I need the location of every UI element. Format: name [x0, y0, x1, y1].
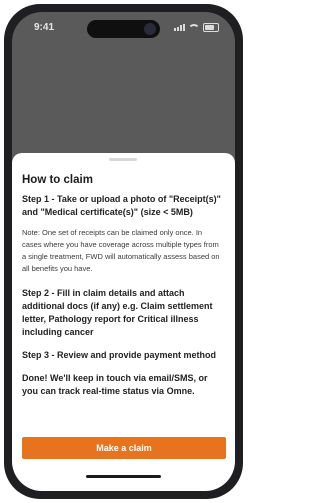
note-text: Note: One set of receipts can be claimed…: [22, 228, 220, 273]
phone-frame: 9:41 How to claim Step 1 - Take or uploa…: [4, 4, 243, 499]
make-a-claim-button[interactable]: Make a claim: [22, 437, 226, 459]
sheet-grabber-handle[interactable]: [109, 158, 137, 161]
sheet-title: How to claim: [22, 174, 93, 186]
dynamic-island: [87, 20, 160, 38]
sheet-content: How to claim Step 1 - Take or upload a p…: [22, 174, 222, 398]
status-time: 9:41: [34, 22, 55, 33]
step-2-text: Step 2 - Fill in claim details and attac…: [22, 288, 213, 337]
phone-screen: 9:41 How to claim Step 1 - Take or uploa…: [12, 12, 235, 491]
home-indicator[interactable]: [86, 475, 161, 478]
step-1-text: Step 1 - Take or upload a photo of "Rece…: [22, 194, 221, 217]
front-camera-icon: [144, 23, 156, 35]
status-icons: [174, 23, 219, 32]
done-text: Done! We'll keep in touch via email/SMS,…: [22, 373, 208, 396]
how-to-claim-sheet: How to claim Step 1 - Take or upload a p…: [12, 153, 235, 491]
status-bar: 9:41: [12, 12, 235, 42]
signal-icon: [174, 24, 185, 31]
battery-icon: [203, 23, 219, 32]
step-3-text: Step 3 - Review and provide payment meth…: [22, 350, 217, 360]
wifi-icon: [188, 23, 200, 32]
